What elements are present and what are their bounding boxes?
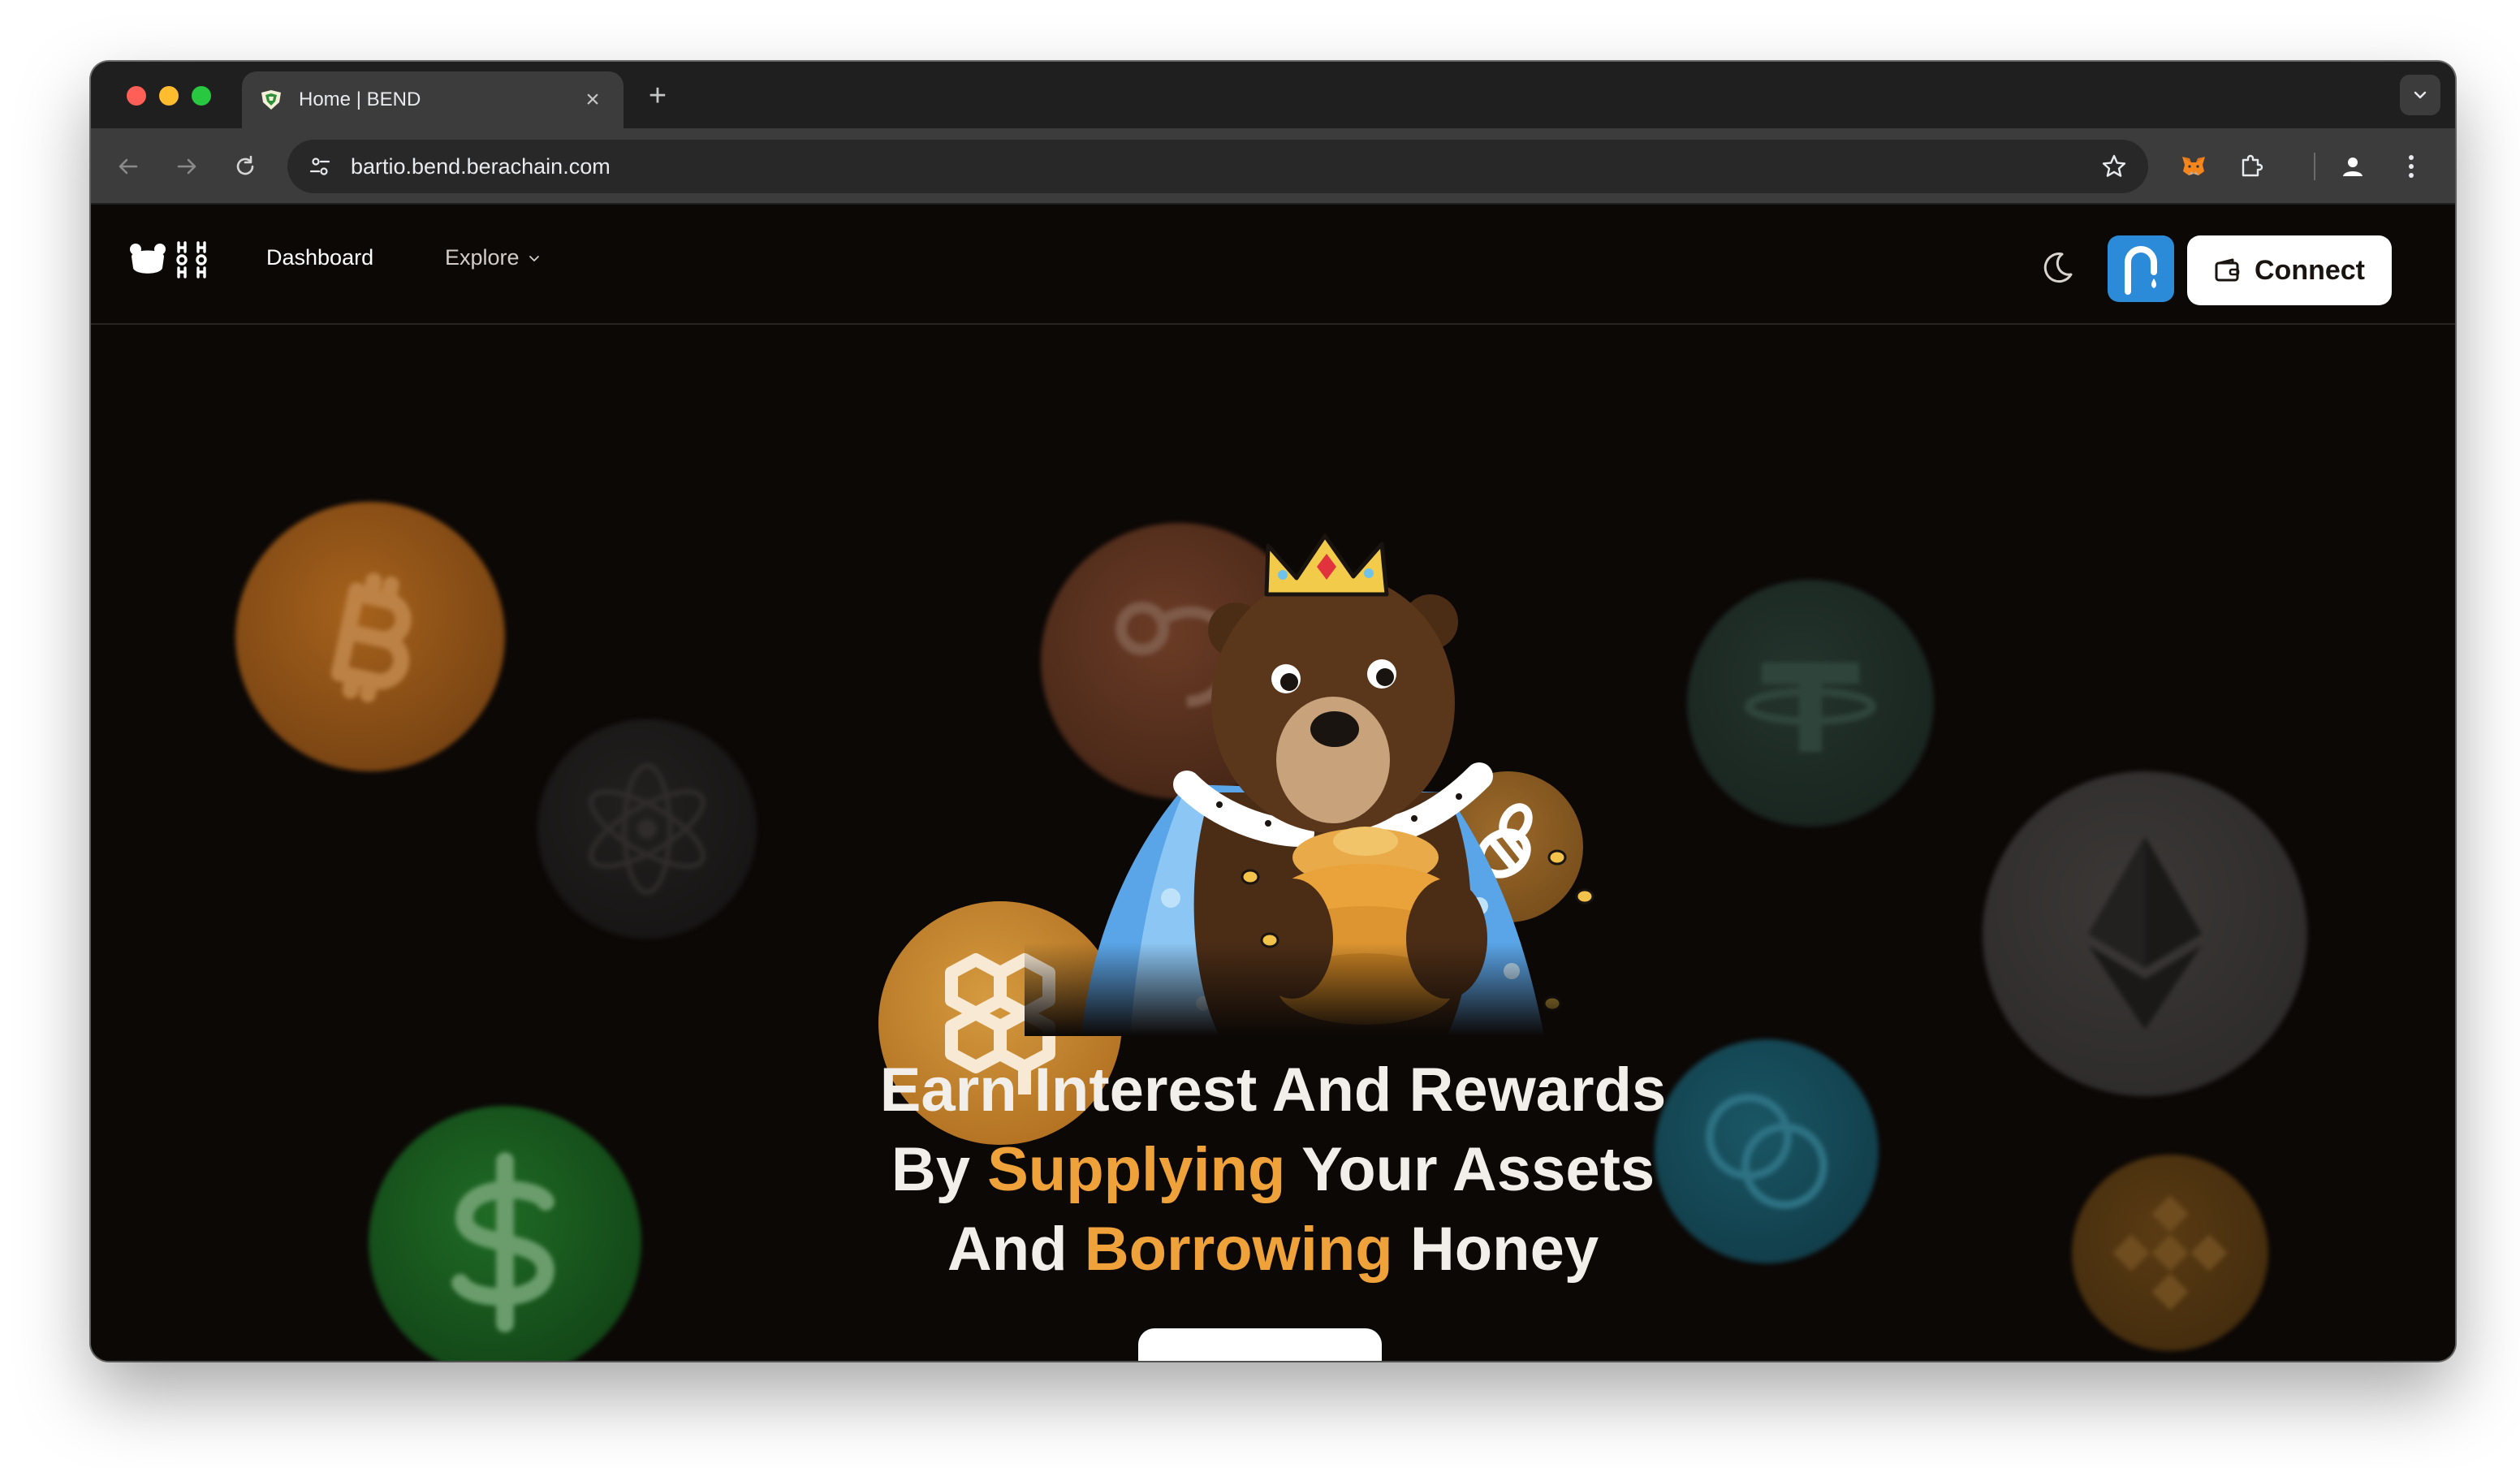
nav-explore-dropdown[interactable]: Explore xyxy=(445,245,541,270)
metamask-extension-button[interactable] xyxy=(2174,147,2213,186)
hero-cta-button[interactable] xyxy=(1138,1328,1382,1361)
browser-menu-icon xyxy=(2409,155,2414,178)
reload-button[interactable] xyxy=(226,147,265,186)
hero-section: Earn Interest And Rewards By Supplying Y… xyxy=(91,325,2455,1361)
back-icon xyxy=(119,158,138,175)
tab-home-bend[interactable]: Home | BEND × xyxy=(242,71,624,128)
browser-window: Home | BEND × + bartio.bend.berachain.co… xyxy=(91,62,2455,1361)
minimize-window-button[interactable] xyxy=(159,86,179,106)
extensions-button[interactable] xyxy=(2233,147,2272,186)
profile-icon xyxy=(2343,158,2362,176)
hero-line-3-post: Honey xyxy=(1392,1215,1599,1284)
nav-explore-label: Explore xyxy=(445,245,520,270)
nav-dashboard-link[interactable]: Dashboard xyxy=(266,245,373,270)
wallet-icon xyxy=(2215,258,2240,282)
reload-icon xyxy=(236,155,254,175)
tether-coin-icon xyxy=(1687,580,1934,827)
url-text[interactable]: bartio.bend.berachain.com xyxy=(351,154,2096,179)
tab-close-icon[interactable]: × xyxy=(578,85,607,114)
site-settings-icon[interactable] xyxy=(304,150,336,183)
tab-search-button[interactable] xyxy=(2400,75,2440,115)
bookmark-star-icon[interactable] xyxy=(2096,149,2132,184)
forward-button[interactable] xyxy=(167,147,206,186)
browser-toolbar: bartio.bend.berachain.com xyxy=(91,128,2455,205)
hero-line-2: By Supplying Your Assets xyxy=(91,1130,2455,1210)
bend-favicon-icon xyxy=(258,87,284,113)
hero-line-2-pre: By xyxy=(891,1135,988,1204)
bear-logo-icon xyxy=(130,244,166,274)
chevron-down-icon xyxy=(529,255,539,261)
metamask-extension-icon xyxy=(2182,157,2205,175)
tab-title: Home | BEND xyxy=(299,89,421,110)
maximize-window-button[interactable] xyxy=(192,86,211,106)
tab-strip: Home | BEND × + xyxy=(91,62,2455,128)
chevron-down-icon xyxy=(2414,91,2427,99)
hero-borrowing-accent: Borrowing xyxy=(1084,1215,1393,1284)
hero-line-1: Earn Interest And Rewards xyxy=(879,1056,1667,1125)
profile-button[interactable] xyxy=(2333,147,2372,186)
theme-toggle-button[interactable] xyxy=(2035,245,2080,291)
bitcoin-coin-icon xyxy=(235,502,505,771)
toolbar-divider xyxy=(2314,153,2315,180)
faucet-button[interactable] xyxy=(2108,235,2174,302)
bend-wordmark-icon xyxy=(176,241,207,278)
connect-wallet-button[interactable]: Connect xyxy=(2187,235,2392,305)
back-button[interactable] xyxy=(109,147,148,186)
forward-icon xyxy=(177,158,196,175)
hero-headline: Earn Interest And Rewards By Supplying Y… xyxy=(91,1051,2455,1289)
hero-supplying-accent: Supplying xyxy=(987,1135,1286,1204)
browser-menu-button[interactable] xyxy=(2392,147,2431,186)
hero-line-3: And Borrowing Honey xyxy=(91,1210,2455,1289)
faucet-icon xyxy=(2125,246,2157,295)
new-tab-button[interactable]: + xyxy=(640,78,675,114)
close-window-button[interactable] xyxy=(127,86,146,106)
hero-line-3-pre: And xyxy=(947,1215,1085,1284)
ethereum-coin-icon xyxy=(1983,771,2307,1096)
bend-logo[interactable] xyxy=(128,240,209,279)
cosmos-atom-coin-icon xyxy=(537,719,757,939)
connect-label: Connect xyxy=(2255,254,2365,286)
moon-icon xyxy=(2043,253,2073,283)
hero-line-2-post: Your Assets xyxy=(1285,1135,1655,1204)
extensions-puzzle-icon xyxy=(2242,154,2263,177)
bear-king-mascot-image xyxy=(1025,516,1609,1036)
address-bar[interactable]: bartio.bend.berachain.com xyxy=(287,140,2148,193)
app-navbar: Dashboard Explore Connect xyxy=(91,205,2455,325)
